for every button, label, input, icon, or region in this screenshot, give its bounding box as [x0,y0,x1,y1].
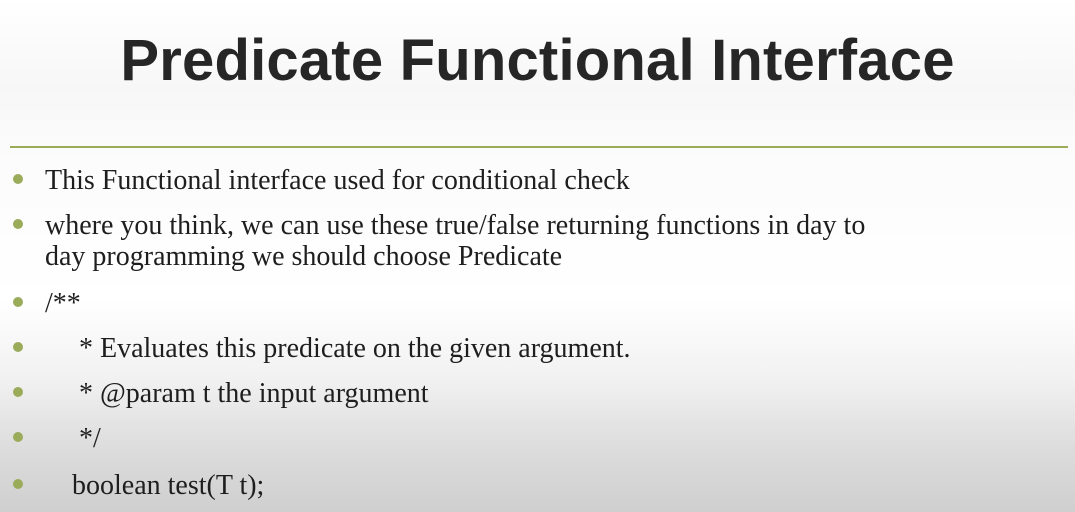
bullet-dot-icon [13,297,23,307]
bullet-text-line-1: where you think, we can use these true/f… [45,210,866,241]
bullet-text: */ [79,423,101,454]
bullet-text-line-2: day programming we should choose Predica… [45,241,563,272]
bullet-dot-icon [13,342,23,352]
bullet-text: * Evaluates this predicate on the given … [79,333,631,364]
bullet-dot-icon [13,479,23,489]
bullet-dot-icon [13,432,23,442]
bullet-dot-icon [13,387,23,397]
bullet-dot-icon [13,174,23,184]
bullet-text: * @param t the input argument [79,378,429,409]
bullet-text: /** [45,288,81,319]
bullet-text: This Functional interface used for condi… [45,165,630,196]
slide: Predicate Functional Interface This Func… [0,0,1075,512]
bullet-dot-icon [13,219,23,229]
bullet-list: This Functional interface used for condi… [0,0,1075,512]
bullet-text: boolean test(T t); [72,470,265,501]
